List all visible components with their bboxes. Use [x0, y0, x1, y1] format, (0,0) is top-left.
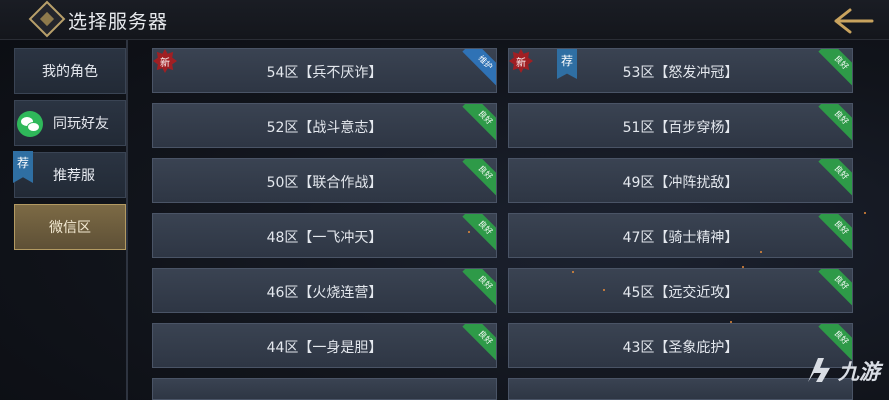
server-name: 43区【圣象庇护】 — [622, 340, 739, 356]
server-name: 45区【远交近攻】 — [622, 285, 739, 301]
server-card[interactable]: 46区【火烧连营】 良好 — [152, 268, 497, 313]
tab-wechat-zone[interactable]: 微信区 — [14, 204, 126, 250]
server-card[interactable]: 48区【一飞冲天】 良好 — [152, 213, 497, 258]
tab-label: 推荐服 — [53, 168, 95, 184]
ember-particle — [864, 212, 866, 214]
jiuyou-logo-icon — [808, 358, 830, 382]
server-name: 44区【一身是胆】 — [266, 340, 383, 356]
server-card[interactable]: 44区【一身是胆】 良好 — [152, 323, 497, 368]
server-card[interactable]: 47区【骑士精神】 良好 — [508, 213, 853, 258]
tab-friends[interactable]: 同玩好友 — [14, 100, 126, 146]
sidebar-divider — [126, 40, 128, 400]
tab-label: 同玩好友 — [53, 116, 109, 132]
watermark: 九游 — [802, 350, 888, 390]
server-name: 50区【联合作战】 — [266, 175, 383, 191]
tab-label: 我的角色 — [42, 64, 98, 80]
server-name: 49区【冲阵扰敌】 — [622, 175, 739, 191]
ember-particle — [760, 251, 762, 253]
server-card-partial[interactable] — [152, 378, 497, 400]
server-name: 53区【怒发冲冠】 — [622, 65, 739, 81]
server-name: 47区【骑士精神】 — [622, 230, 739, 246]
header-bar: 选择服务器 — [0, 0, 889, 40]
tab-my-characters[interactable]: 我的角色 — [14, 48, 126, 94]
ember-particle — [742, 266, 744, 268]
server-name: 48区【一飞冲天】 — [266, 230, 383, 246]
tab-recommended[interactable]: 荐 推荐服 — [13, 151, 126, 198]
server-card[interactable]: 新 54区【兵不厌诈】 维护 — [152, 48, 497, 93]
watermark-text: 九游 — [838, 360, 880, 384]
server-card[interactable]: 51区【百步穿杨】 良好 — [508, 103, 853, 148]
tab-label: 微信区 — [49, 220, 91, 236]
server-name: 46区【火烧连营】 — [266, 285, 383, 301]
ember-particle — [730, 321, 732, 323]
ember-particle — [603, 289, 605, 291]
server-card[interactable]: 52区【战斗意志】 良好 — [152, 103, 497, 148]
diamond-emblem-icon — [28, 0, 66, 38]
recommend-ribbon-icon: 荐 — [13, 151, 33, 183]
page-title: 选择服务器 — [68, 11, 169, 33]
server-card[interactable]: 50区【联合作战】 良好 — [152, 158, 497, 203]
back-arrow-icon[interactable] — [832, 6, 876, 36]
server-name: 52区【战斗意志】 — [266, 120, 383, 136]
server-name: 51区【百步穿杨】 — [622, 120, 739, 136]
server-card[interactable]: 45区【远交近攻】 良好 — [508, 268, 853, 313]
ember-particle — [572, 271, 574, 273]
wechat-icon — [17, 111, 43, 137]
sidebar: 我的角色 同玩好友 荐 推荐服 微信区 — [0, 40, 130, 400]
server-card[interactable]: 新 荐 53区【怒发冲冠】 良好 — [508, 48, 853, 93]
ember-particle — [468, 231, 470, 233]
server-name: 54区【兵不厌诈】 — [266, 65, 383, 81]
server-card[interactable]: 49区【冲阵扰敌】 良好 — [508, 158, 853, 203]
